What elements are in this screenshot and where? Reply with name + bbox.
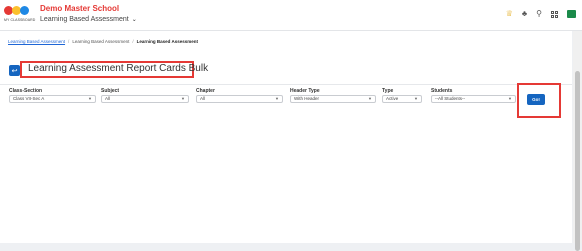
app-logo: MY CLASSBOARD [4, 5, 35, 27]
school-name: Demo Master School [40, 4, 120, 13]
subject-select[interactable]: All ▼ [101, 95, 189, 103]
page-title: Learning Assessment Report Cards Bulk [28, 63, 209, 74]
scrollbar[interactable] [573, 31, 582, 251]
breadcrumb-item-1[interactable]: Learning Based Assessment [8, 39, 65, 44]
header-type-label: Header Type [290, 88, 320, 94]
chevron-down-icon: ▼ [88, 96, 92, 101]
chapter-value: All [200, 96, 206, 101]
module-name: Learning Based Assessment [40, 16, 129, 23]
subject-value: All [105, 96, 111, 101]
bell-icon[interactable]: ♣ [522, 10, 527, 18]
chevron-down-icon: ▼ [368, 96, 372, 101]
report-card-panel: ↩ Learning Assessment Report Cards Bulk … [0, 53, 572, 243]
breadcrumb-item-2[interactable]: Learning Based Assessment [72, 39, 129, 44]
type-select[interactable]: Active ▼ [382, 95, 422, 103]
top-header: MY CLASSBOARD Demo Master School Learnin… [0, 0, 582, 31]
breadcrumb-bar: Learning Based Assessment / Learning Based… [0, 31, 572, 54]
students-value: --All Students-- [435, 96, 466, 101]
breadcrumb: Learning Based Assessment / Learning Based… [8, 39, 198, 44]
type-label: Type [382, 88, 394, 94]
search-icon[interactable]: ⚲ [536, 10, 542, 18]
students-label: Students [431, 88, 453, 94]
chevron-down-icon: ▼ [275, 96, 279, 101]
scrollbar-thumb[interactable] [575, 71, 580, 251]
chapter-select[interactable]: All ▼ [196, 95, 283, 103]
logo-tagline: MY CLASSBOARD [4, 18, 36, 22]
breadcrumb-item-current: Learning Based Assessment [136, 39, 198, 44]
chevron-down-icon: ▼ [414, 96, 418, 101]
type-value: Active [386, 96, 399, 101]
divider [0, 84, 572, 85]
header-type-select[interactable]: With Header ▼ [290, 95, 376, 103]
class-section-select[interactable]: Class VII-Sec A ▼ [9, 95, 96, 103]
go-button[interactable]: Go! [527, 94, 545, 105]
book-icon[interactable] [567, 10, 576, 18]
chevron-down-icon: ▼ [181, 96, 185, 101]
class-section-label: Class-Section [9, 88, 43, 94]
apps-grid-icon[interactable] [551, 10, 558, 18]
subject-label: Subject [101, 88, 120, 94]
chevron-down-icon: ⌄ [131, 17, 137, 23]
trophy-icon[interactable]: ♕ [506, 10, 513, 18]
module-selector[interactable]: Learning Based Assessment ⌄ [40, 16, 137, 23]
students-select[interactable]: --All Students-- ▼ [431, 95, 516, 103]
chapter-label: Chapter [196, 88, 215, 94]
header-type-value: With Header [294, 96, 320, 101]
chevron-down-icon: ▼ [508, 96, 512, 101]
class-section-value: Class VII-Sec A [13, 96, 45, 101]
back-button[interactable]: ↩ [9, 65, 20, 76]
